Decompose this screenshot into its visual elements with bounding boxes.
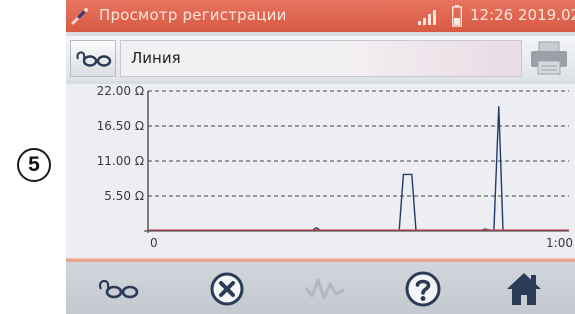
waveform-icon <box>304 278 345 300</box>
waveform-button[interactable] <box>295 266 355 312</box>
header-row: Линия <box>66 36 575 81</box>
y-tick-label: 22.00 Ω <box>97 84 144 98</box>
signal-strength-icon <box>418 10 436 25</box>
print-button[interactable] <box>526 37 572 79</box>
meter-probe-icon <box>71 8 88 25</box>
y-tick-label: 16.50 Ω <box>97 119 144 133</box>
probe-loop-icon <box>99 279 139 299</box>
status-bar: Просмотр регистрации 12:26 2019.02.1 <box>66 0 575 32</box>
home-icon <box>507 273 541 305</box>
measurement-line-label: Линия <box>120 40 522 77</box>
status-title: Просмотр регистрации <box>99 6 287 24</box>
home-button[interactable] <box>494 266 554 312</box>
x-tick-label: 1:00 <box>546 236 573 250</box>
printer-icon <box>531 41 567 75</box>
probe-mode-button[interactable] <box>88 266 148 312</box>
series-line-1 <box>148 106 569 232</box>
cancel-icon <box>210 272 244 306</box>
probe-loop-icon <box>76 50 112 67</box>
battery-icon <box>452 5 462 27</box>
step-number-badge: 5 <box>17 148 51 182</box>
status-datetime: 12:26 2019.02.1 <box>470 6 575 24</box>
y-tick-label: 5.50 Ω <box>104 189 144 203</box>
graph-panel: 22.00 Ω 16.50 Ω 11.00 Ω 5.50 Ω 0 1:00 <box>66 84 575 258</box>
line-chart[interactable]: 22.00 Ω 16.50 Ω 11.00 Ω 5.50 Ω 0 1:00 <box>66 84 575 258</box>
help-button[interactable] <box>393 266 453 312</box>
bottom-toolbar <box>66 258 575 314</box>
y-tick-label: 11.00 Ω <box>97 154 144 168</box>
probe-type-button[interactable] <box>70 40 116 77</box>
help-icon <box>405 271 441 307</box>
device-screen: Просмотр регистрации 12:26 2019.02.1 Лин… <box>66 0 575 314</box>
x-tick-label: 0 <box>150 236 158 250</box>
cancel-button[interactable] <box>197 266 257 312</box>
